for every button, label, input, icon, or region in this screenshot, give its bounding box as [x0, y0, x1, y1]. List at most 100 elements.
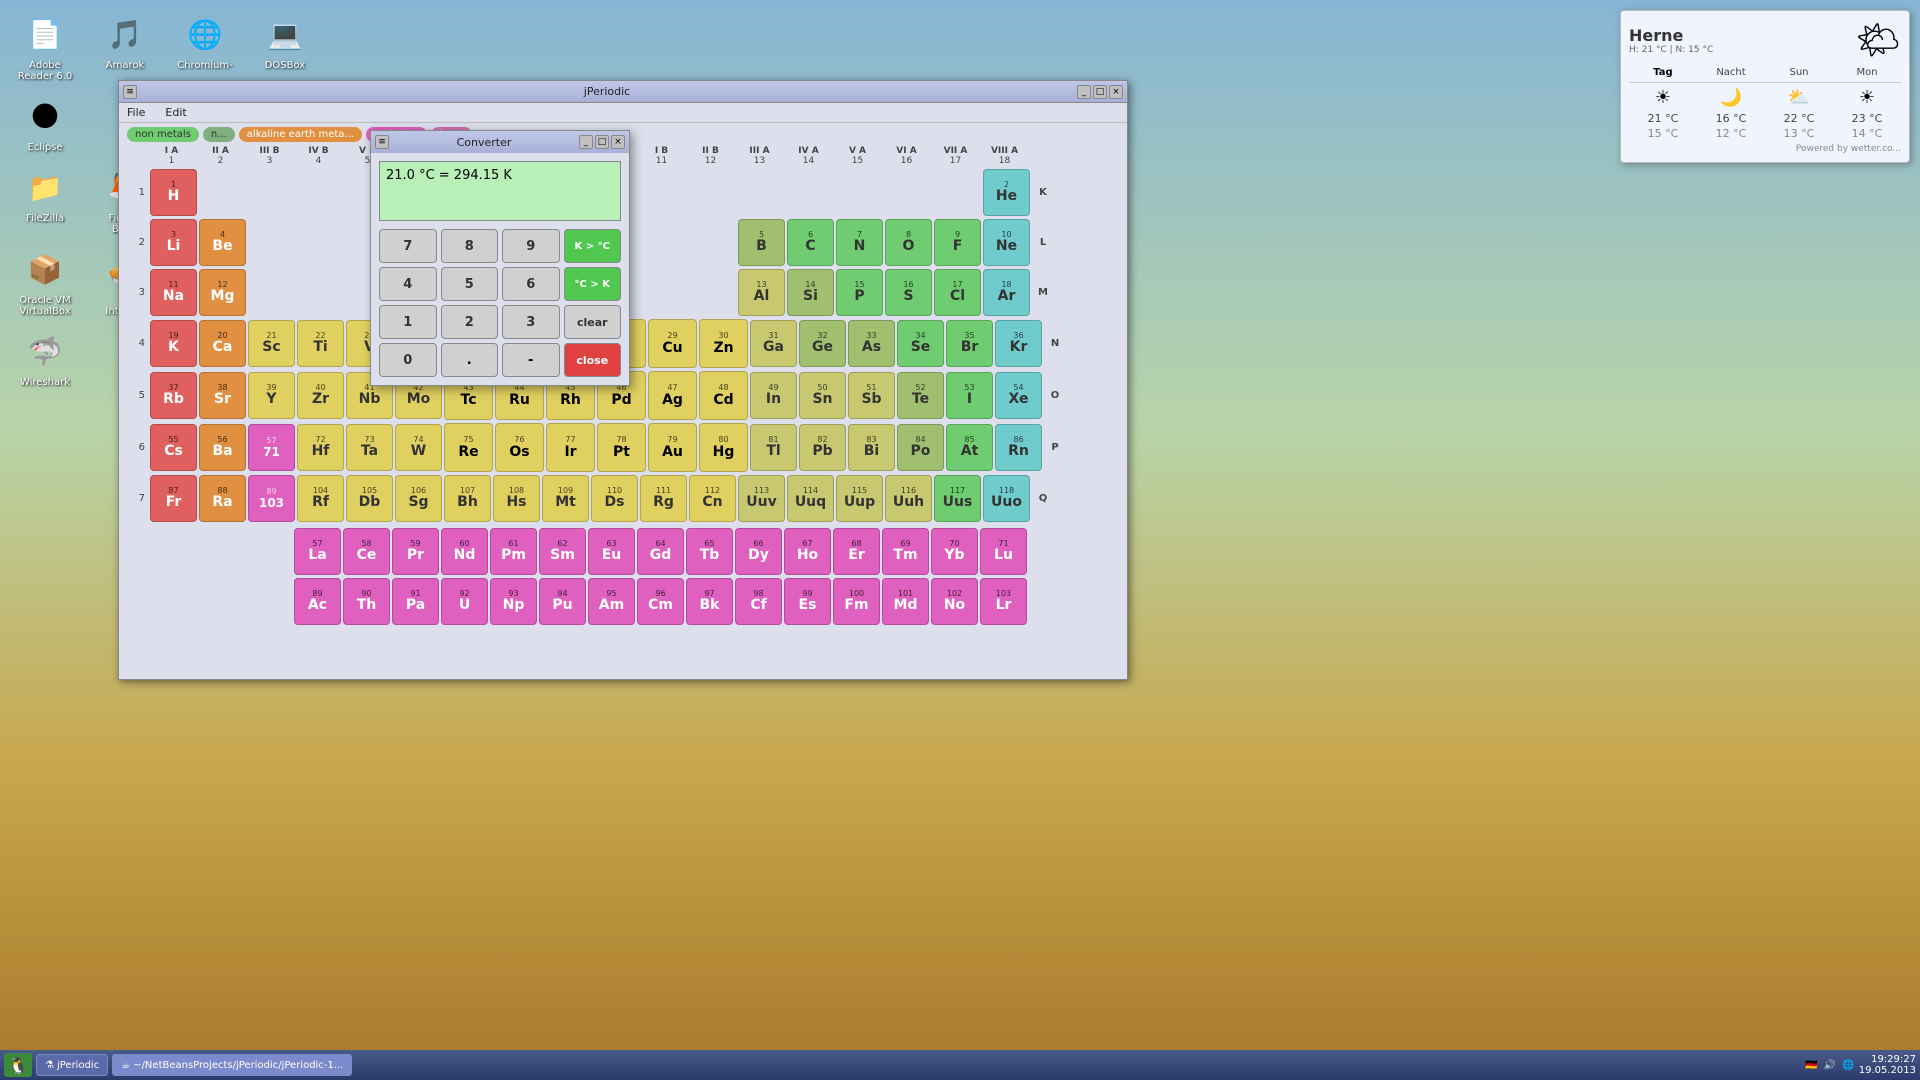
element-C[interactable]: 6C	[787, 219, 834, 266]
window-close-btn[interactable]: ×	[1109, 85, 1123, 99]
element-Ac[interactable]: 89Ac	[294, 578, 341, 625]
element-Sr[interactable]: 38Sr	[199, 372, 246, 419]
converter-titlebar[interactable]: ≡ Converter _ □ ×	[371, 131, 629, 153]
element-Hg[interactable]: 80Hg	[699, 423, 748, 472]
element-Am[interactable]: 95Am	[588, 578, 635, 625]
element-Zr[interactable]: 40Zr	[297, 372, 344, 419]
element-Pt[interactable]: 78Pt	[597, 423, 646, 472]
window-maximize-btn[interactable]: □	[1093, 85, 1107, 99]
element-Uuo[interactable]: 118Uuo	[983, 475, 1030, 522]
converter-menu-btn[interactable]: ≡	[375, 135, 389, 149]
element-At[interactable]: 85At	[946, 424, 993, 471]
element-Ho[interactable]: 67Ho	[784, 528, 831, 575]
element-Yb[interactable]: 70Yb	[931, 528, 978, 575]
element-Uuq[interactable]: 114Uuq	[787, 475, 834, 522]
taskbar-start-button[interactable]: 🐧	[4, 1053, 32, 1077]
element-Er[interactable]: 68Er	[833, 528, 880, 575]
element-Se[interactable]: 34Se	[897, 320, 944, 367]
jperiodic-titlebar[interactable]: ≡ jPeriodic _ □ ×	[119, 81, 1127, 103]
element-Li[interactable]: 3Li	[150, 219, 197, 266]
desktop-icon-dosbox[interactable]: 💻 DOSBox	[250, 10, 320, 82]
element-Cn[interactable]: 112Cn	[689, 475, 736, 522]
element-Br[interactable]: 35Br	[946, 320, 993, 367]
desktop-icon-wireshark[interactable]: 🦈 Wireshark	[10, 327, 80, 388]
btn-2[interactable]: 2	[441, 305, 499, 339]
btn-k-to-c[interactable]: K > °C	[564, 229, 622, 263]
element-W[interactable]: 74W	[395, 424, 442, 471]
element-Tm[interactable]: 69Tm	[882, 528, 929, 575]
element-Dy[interactable]: 66Dy	[735, 528, 782, 575]
element-Ga[interactable]: 31Ga	[750, 320, 797, 367]
element-Nd[interactable]: 60Nd	[441, 528, 488, 575]
element-Uut[interactable]: 113Uuv	[738, 475, 785, 522]
element-Uup[interactable]: 115Uup	[836, 475, 883, 522]
systray-network-icon[interactable]: 🌐	[1842, 1060, 1854, 1071]
element-Ca[interactable]: 20Ca	[199, 320, 246, 367]
legend-nonmetals[interactable]: non metals	[127, 127, 199, 142]
desktop-icon-virtualbox[interactable]: 📦 Oracle VMVirtualBox	[10, 245, 80, 317]
element-In[interactable]: 49In	[750, 372, 797, 419]
element-Tb[interactable]: 65Tb	[686, 528, 733, 575]
btn-3[interactable]: 3	[502, 305, 560, 339]
element-Sg[interactable]: 106Sg	[395, 475, 442, 522]
btn-9[interactable]: 9	[502, 229, 560, 263]
element-Mt[interactable]: 109Mt	[542, 475, 589, 522]
element-Cs[interactable]: 55Cs	[150, 424, 197, 471]
element-Xe[interactable]: 54Xe	[995, 372, 1042, 419]
desktop-icon-amarok[interactable]: 🎵 Amarok	[90, 10, 160, 82]
element-H[interactable]: 1H	[150, 169, 197, 216]
element-P[interactable]: 15P	[836, 269, 883, 316]
element-Te[interactable]: 52Te	[897, 372, 944, 419]
taskbar-netbeans-btn[interactable]: ☕ ~/NetBeansProjects/jPeriodic/jPeriodic…	[112, 1054, 352, 1076]
element-La-Lu[interactable]: 5771	[248, 424, 295, 471]
systray-sound-icon[interactable]: 🔊	[1824, 1060, 1836, 1071]
element-Po[interactable]: 84Po	[897, 424, 944, 471]
element-Th[interactable]: 90Th	[343, 578, 390, 625]
element-As[interactable]: 33As	[848, 320, 895, 367]
btn-7[interactable]: 7	[379, 229, 437, 263]
element-Hf[interactable]: 72Hf	[297, 424, 344, 471]
element-Pm[interactable]: 61Pm	[490, 528, 537, 575]
element-Md[interactable]: 101Md	[882, 578, 929, 625]
element-Ds[interactable]: 110Ds	[591, 475, 638, 522]
element-Si[interactable]: 14Si	[787, 269, 834, 316]
element-Bi[interactable]: 83Bi	[848, 424, 895, 471]
legend-n[interactable]: n...	[203, 127, 235, 142]
element-Fr[interactable]: 87Fr	[150, 475, 197, 522]
element-Eu[interactable]: 63Eu	[588, 528, 635, 575]
element-Ra[interactable]: 88Ra	[199, 475, 246, 522]
element-Rg[interactable]: 111Rg	[640, 475, 687, 522]
btn-4[interactable]: 4	[379, 267, 437, 301]
btn-c-to-k[interactable]: °C > K	[564, 267, 622, 301]
element-Al[interactable]: 13Al	[738, 269, 785, 316]
element-Ti[interactable]: 22Ti	[297, 320, 344, 367]
element-Rb[interactable]: 37Rb	[150, 372, 197, 419]
btn-0[interactable]: 0	[379, 343, 437, 377]
element-B[interactable]: 5B	[738, 219, 785, 266]
element-Ac-Lr[interactable]: 89103	[248, 475, 295, 522]
menu-file[interactable]: File	[123, 104, 149, 121]
element-Rn[interactable]: 86Rn	[995, 424, 1042, 471]
element-Zn[interactable]: 30Zn	[699, 319, 748, 368]
element-Pb[interactable]: 82Pb	[799, 424, 846, 471]
element-Pr[interactable]: 59Pr	[392, 528, 439, 575]
element-Mg[interactable]: 12Mg	[199, 269, 246, 316]
element-Ag[interactable]: 47Ag	[648, 371, 697, 420]
legend-alkaline[interactable]: alkaline earth meta...	[239, 127, 362, 142]
element-Sn[interactable]: 50Sn	[799, 372, 846, 419]
element-Sm[interactable]: 62Sm	[539, 528, 586, 575]
element-La[interactable]: 57La	[294, 528, 341, 575]
element-Gd[interactable]: 64Gd	[637, 528, 684, 575]
desktop-icon-adobe-reader[interactable]: 📄 AdobeReader 6.0	[10, 10, 80, 82]
converter-maximize-btn[interactable]: □	[595, 135, 609, 149]
element-Sb[interactable]: 51Sb	[848, 372, 895, 419]
element-K[interactable]: 19K	[150, 320, 197, 367]
element-Pa[interactable]: 91Pa	[392, 578, 439, 625]
converter-minimize-btn[interactable]: _	[579, 135, 593, 149]
element-I[interactable]: 53I	[946, 372, 993, 419]
element-F[interactable]: 9F	[934, 219, 981, 266]
element-Au[interactable]: 79Au	[648, 423, 697, 472]
element-Y[interactable]: 39Y	[248, 372, 295, 419]
btn-1[interactable]: 1	[379, 305, 437, 339]
element-Os[interactable]: 76Os	[495, 423, 544, 472]
